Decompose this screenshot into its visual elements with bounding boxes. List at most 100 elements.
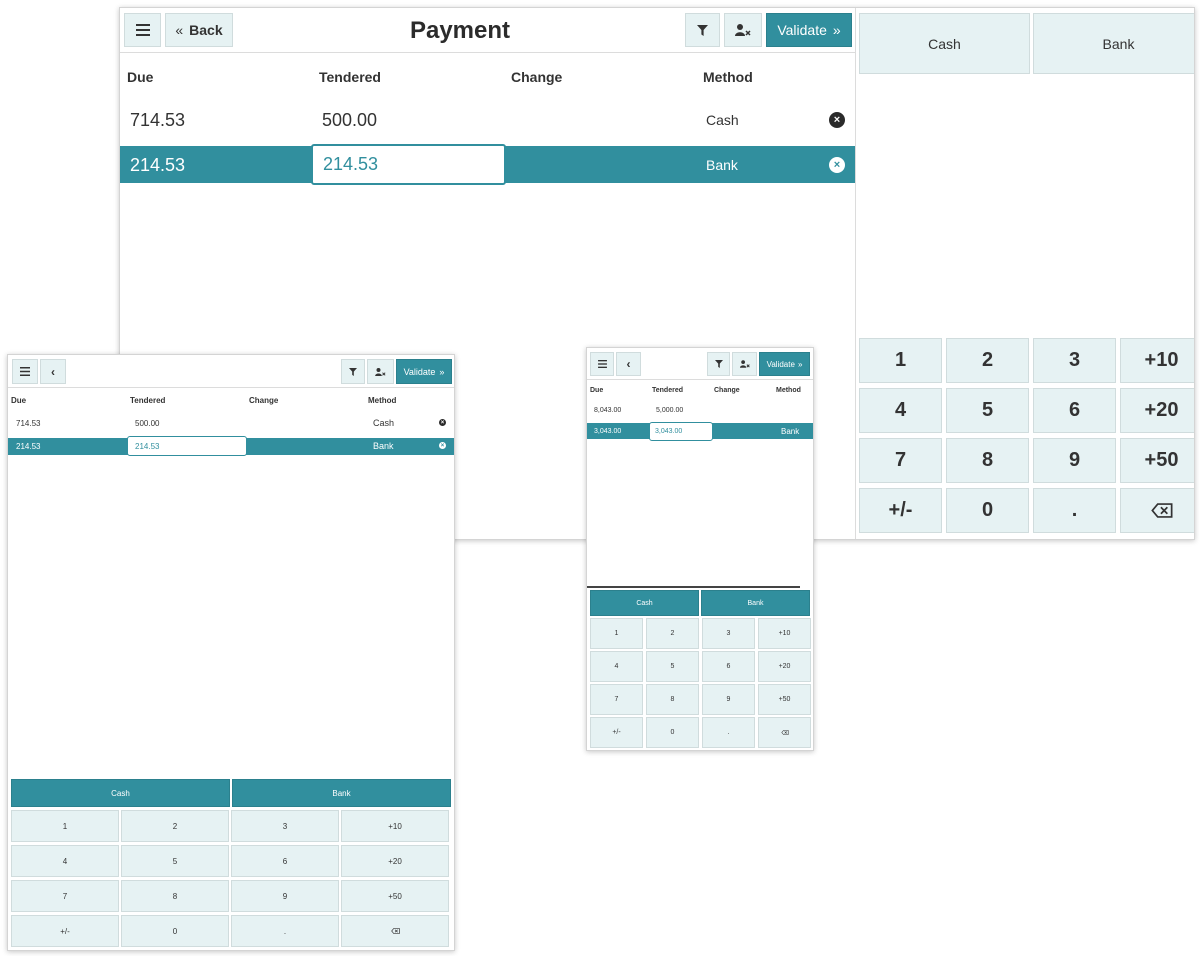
numpad-key[interactable]: 9 xyxy=(702,684,755,715)
numpad-key[interactable]: 9 xyxy=(231,880,339,912)
menu-button[interactable] xyxy=(12,359,38,384)
numpad-key[interactable]: 2 xyxy=(646,618,699,649)
numpad-key-label: 2 xyxy=(981,349,994,371)
filter-button[interactable] xyxy=(341,359,365,384)
numpad-key[interactable]: 1 xyxy=(11,810,119,842)
remove-line-icon[interactable]: × xyxy=(439,442,446,449)
numpad-key[interactable]: 2 xyxy=(121,810,229,842)
numpad-key[interactable]: 8 xyxy=(121,880,229,912)
numpad-key[interactable]: 4 xyxy=(11,845,119,877)
numpad-key[interactable]: 7 xyxy=(11,880,119,912)
header-change: Change xyxy=(714,387,740,394)
numpad-key[interactable]: 5 xyxy=(646,651,699,682)
numpad-key[interactable]: 3 xyxy=(231,810,339,842)
numpad-key[interactable]: +50 xyxy=(1120,438,1194,483)
validate-button[interactable]: Validate » xyxy=(396,359,452,384)
numpad-key-label: +50 xyxy=(1144,449,1179,471)
back-button[interactable]: ‹ xyxy=(40,359,66,384)
numpad-key[interactable]: 0 xyxy=(646,717,699,748)
numpad-key[interactable]: 1 xyxy=(590,618,643,649)
numpad-key-label: 7 xyxy=(62,891,68,901)
line-due[interactable]: 8,043.00 xyxy=(594,404,621,416)
back-button[interactable]: « Back xyxy=(165,13,233,47)
payment-method-bank[interactable]: Bank xyxy=(232,779,451,807)
filter-icon xyxy=(349,367,357,376)
tendered-input[interactable]: 214.53 xyxy=(127,436,247,456)
backspace-icon xyxy=(780,730,789,735)
numpad-key[interactable]: +10 xyxy=(341,810,449,842)
numpad-key[interactable]: 8 xyxy=(946,438,1029,483)
payment-method-cash[interactable]: Cash xyxy=(11,779,230,807)
numpad-key[interactable]: +20 xyxy=(1120,388,1194,433)
remove-line-icon[interactable]: × xyxy=(829,112,845,128)
back-label: Back xyxy=(189,22,223,38)
numpad-key[interactable]: . xyxy=(231,915,339,947)
numpad-key[interactable]: . xyxy=(702,717,755,748)
line-due[interactable]: 214.53 xyxy=(130,153,185,177)
menu-button[interactable] xyxy=(124,13,161,47)
numpad-key[interactable]: 7 xyxy=(859,438,942,483)
back-button[interactable]: ‹ xyxy=(616,352,641,376)
backspace-button[interactable] xyxy=(341,915,449,947)
filter-button[interactable] xyxy=(707,352,730,376)
validate-label: Validate xyxy=(777,22,827,38)
remove-line-icon[interactable]: × xyxy=(829,157,845,173)
tendered-input[interactable]: 3,043.00 xyxy=(649,422,713,441)
numpad-key[interactable]: +50 xyxy=(758,684,811,715)
tendered-input[interactable]: 214.53 xyxy=(311,144,506,185)
menu-button[interactable] xyxy=(590,352,614,376)
customer-button[interactable] xyxy=(724,13,762,47)
line-tendered[interactable]: 500.00 xyxy=(322,108,377,132)
numpad-key[interactable]: +20 xyxy=(341,845,449,877)
filter-button[interactable] xyxy=(685,13,720,47)
backspace-button[interactable] xyxy=(758,717,811,748)
numpad-key[interactable]: 3 xyxy=(1033,338,1116,383)
numpad-key[interactable]: +/- xyxy=(11,915,119,947)
tendered-value: 214.53 xyxy=(323,154,379,174)
customer-button[interactable] xyxy=(367,359,394,384)
payment-method-label: Cash xyxy=(928,35,961,52)
numpad-key[interactable]: 6 xyxy=(1033,388,1116,433)
payment-method-bank[interactable]: Bank xyxy=(701,590,810,616)
numpad-key[interactable]: +50 xyxy=(341,880,449,912)
numpad-key[interactable]: 8 xyxy=(646,684,699,715)
numpad-key[interactable]: +/- xyxy=(859,488,942,533)
numpad-key[interactable]: +10 xyxy=(758,618,811,649)
backspace-button[interactable] xyxy=(1120,488,1194,533)
numpad-key[interactable]: 4 xyxy=(859,388,942,433)
numpad-key[interactable]: 4 xyxy=(590,651,643,682)
header-due: Due xyxy=(590,387,604,394)
numpad-key-label: +/- xyxy=(60,926,70,936)
numpad-key[interactable]: 0 xyxy=(946,488,1029,533)
payment-method-bank[interactable]: Bank xyxy=(1033,13,1194,74)
line-due[interactable]: 714.53 xyxy=(130,108,185,132)
chevron-left-icon: ‹ xyxy=(626,357,631,371)
menu-icon xyxy=(597,360,607,368)
numpad-key[interactable]: 6 xyxy=(702,651,755,682)
numpad-key[interactable]: +/- xyxy=(590,717,643,748)
numpad-key[interactable]: 0 xyxy=(121,915,229,947)
customer-button[interactable] xyxy=(732,352,757,376)
numpad-key[interactable]: +10 xyxy=(1120,338,1194,383)
numpad-key[interactable]: +20 xyxy=(758,651,811,682)
line-tendered[interactable]: 5,000.00 xyxy=(656,404,683,416)
numpad-key[interactable]: 3 xyxy=(702,618,755,649)
validate-button[interactable]: Validate » xyxy=(766,13,852,47)
numpad-key[interactable]: 5 xyxy=(121,845,229,877)
numpad-key[interactable]: 5 xyxy=(946,388,1029,433)
line-due[interactable]: 714.53 xyxy=(16,416,40,430)
numpad-key[interactable]: 9 xyxy=(1033,438,1116,483)
line-due[interactable]: 214.53 xyxy=(16,439,40,453)
validate-button[interactable]: Validate » xyxy=(759,352,810,376)
numpad-key[interactable]: . xyxy=(1033,488,1116,533)
numpad-key[interactable]: 1 xyxy=(859,338,942,383)
payment-method-cash[interactable]: Cash xyxy=(590,590,699,616)
line-due[interactable]: 3,043.00 xyxy=(594,425,621,437)
remove-line-icon[interactable]: × xyxy=(439,419,446,426)
numpad-key-label: +20 xyxy=(778,663,791,670)
line-tendered[interactable]: 500.00 xyxy=(135,416,159,430)
numpad-key[interactable]: 7 xyxy=(590,684,643,715)
numpad-key[interactable]: 6 xyxy=(231,845,339,877)
payment-method-cash[interactable]: Cash xyxy=(859,13,1030,74)
numpad-key[interactable]: 2 xyxy=(946,338,1029,383)
